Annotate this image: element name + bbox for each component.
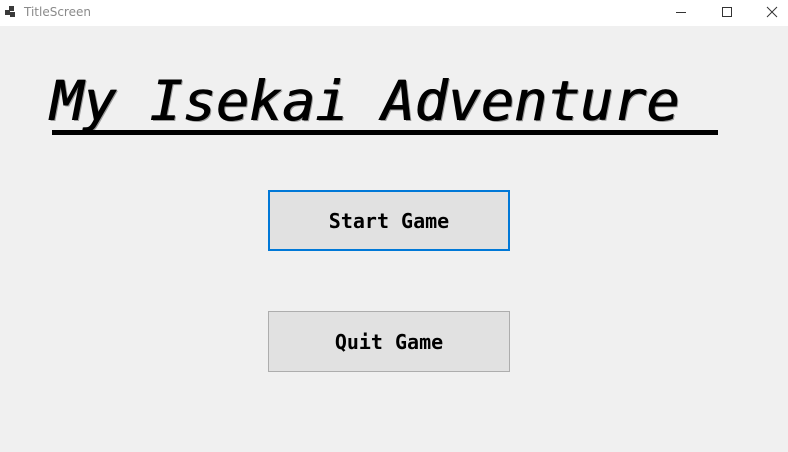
maximize-button[interactable] — [704, 0, 750, 24]
start-game-button[interactable]: Start Game — [268, 190, 510, 251]
quit-game-button[interactable]: Quit Game — [268, 311, 510, 372]
window-title: TitleScreen — [24, 5, 91, 19]
game-title: My Isekai Adventure — [50, 69, 680, 133]
close-button[interactable] — [749, 0, 788, 24]
minimize-button[interactable] — [658, 0, 704, 24]
app-icon — [5, 6, 15, 17]
close-icon — [766, 6, 778, 18]
title-screen-window: TitleScreen My Isekai Adventure Start Ga… — [0, 0, 788, 452]
minimize-icon — [676, 12, 686, 13]
title-bar[interactable]: TitleScreen — [0, 0, 788, 26]
title-underline — [52, 130, 718, 135]
maximize-icon — [722, 7, 732, 17]
